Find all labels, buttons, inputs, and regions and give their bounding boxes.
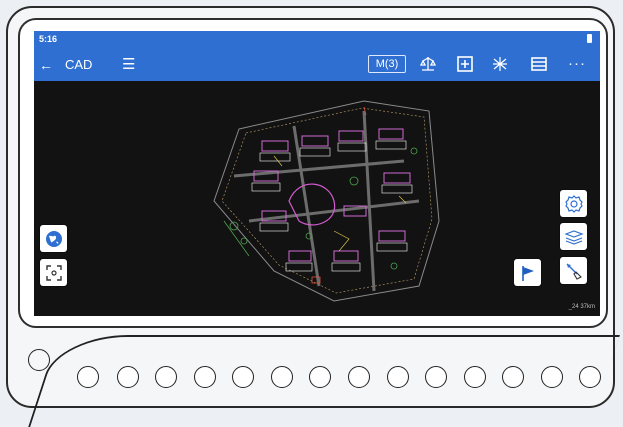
key-5[interactable] <box>232 366 254 388</box>
layers-button[interactable] <box>530 55 548 73</box>
key-1[interactable] <box>77 366 99 388</box>
key-13[interactable] <box>541 366 563 388</box>
key-3[interactable] <box>155 366 177 388</box>
flag-icon <box>521 265 534 281</box>
scale-label: _24 37km <box>568 304 595 310</box>
zoom-fit-icon <box>457 56 473 72</box>
globe-icon <box>45 230 62 247</box>
scale-button[interactable] <box>419 55 437 73</box>
key-7[interactable] <box>309 366 331 388</box>
arrow-left-icon: ← <box>39 57 53 73</box>
snap-icon <box>493 57 507 71</box>
flag-button[interactable] <box>514 259 541 286</box>
key-14[interactable] <box>579 366 601 388</box>
focus-icon <box>45 264 62 281</box>
measure-button[interactable] <box>560 257 587 284</box>
key-2[interactable] <box>117 366 139 388</box>
key-8[interactable] <box>348 366 370 388</box>
battery-icon <box>587 34 592 43</box>
focus-button[interactable] <box>40 259 67 286</box>
app-screen: 5:16 ← CAD ☰ M(3) ··· _24 37km <box>34 31 600 316</box>
key-11[interactable] <box>464 366 486 388</box>
home-button[interactable] <box>28 349 50 371</box>
zoom-fit-button[interactable] <box>456 55 474 73</box>
more-icon: ··· <box>568 55 586 72</box>
settings-button[interactable] <box>560 190 587 217</box>
status-time: 5:16 <box>39 34 58 44</box>
layers-icon <box>531 57 547 71</box>
mode-button[interactable]: M(3) <box>368 55 406 73</box>
key-10[interactable] <box>425 366 447 388</box>
layer-tool-icon <box>563 229 584 245</box>
key-9[interactable] <box>387 366 409 388</box>
page-title: CAD <box>65 57 93 72</box>
snap-button[interactable] <box>491 55 509 73</box>
layer-tool-button[interactable] <box>560 223 587 250</box>
key-6[interactable] <box>271 366 293 388</box>
app-bar: 5:16 ← CAD ☰ M(3) ··· <box>34 31 600 81</box>
cad-canvas[interactable]: _24 37km <box>34 81 600 316</box>
hamburger-icon: ☰ <box>122 56 136 73</box>
menu-button[interactable]: ☰ <box>122 57 135 72</box>
key-4[interactable] <box>194 366 216 388</box>
globe-button[interactable] <box>40 225 67 252</box>
back-button[interactable]: ← <box>39 58 53 72</box>
measure-icon <box>566 263 582 280</box>
settings-icon <box>564 194 583 213</box>
scale-icon <box>419 57 437 71</box>
more-button[interactable]: ··· <box>565 55 589 73</box>
key-12[interactable] <box>502 366 524 388</box>
